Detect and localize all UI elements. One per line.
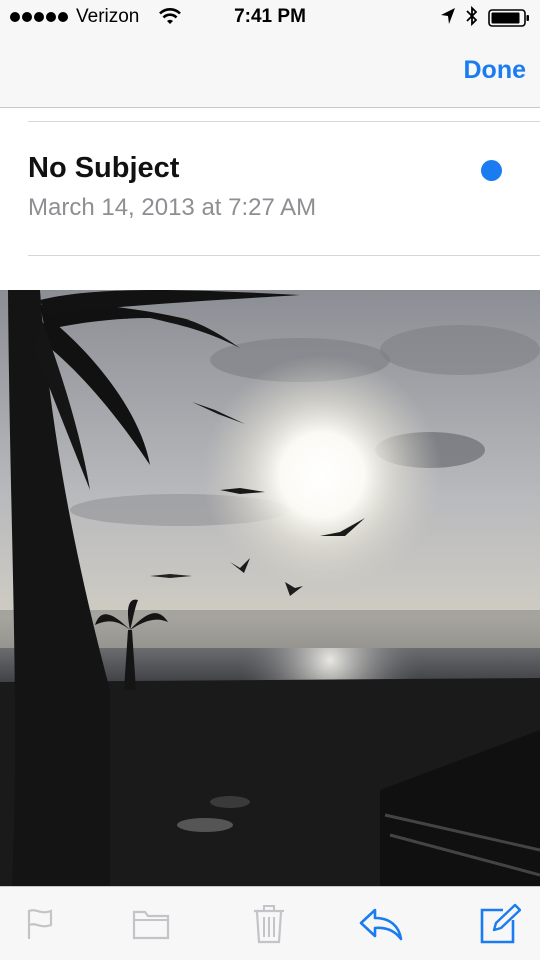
trash-icon (254, 905, 284, 944)
status-bar: Verizon 7:41 PM (0, 0, 540, 36)
battery-icon (488, 9, 529, 27)
reply-icon (359, 908, 403, 941)
navigation-bar: Verizon 7:41 PM Done (0, 0, 540, 108)
divider (28, 121, 540, 122)
flag-button[interactable] (17, 901, 63, 947)
compose-button[interactable] (476, 901, 522, 947)
mail-message-screen: Verizon 7:41 PM Done No Subject March 14… (0, 0, 540, 960)
move-to-folder-button[interactable] (128, 901, 174, 947)
reply-button[interactable] (358, 901, 404, 947)
divider (28, 255, 540, 256)
trash-button[interactable] (246, 901, 292, 947)
unread-indicator[interactable] (481, 160, 502, 181)
location-arrow-icon (441, 8, 455, 24)
beach-sunset-photo (0, 290, 540, 886)
message-date: March 14, 2013 at 7:27 AM (28, 194, 317, 221)
photo-attachment[interactable] (0, 290, 540, 886)
bluetooth-icon (466, 5, 478, 27)
compose-icon (480, 903, 521, 944)
message-subject: No Subject (28, 152, 180, 184)
flag-icon (27, 909, 53, 939)
folder-icon (132, 910, 170, 940)
clock: 7:41 PM (234, 6, 306, 27)
done-button[interactable]: Done (464, 56, 527, 85)
message-toolbar (0, 886, 540, 960)
